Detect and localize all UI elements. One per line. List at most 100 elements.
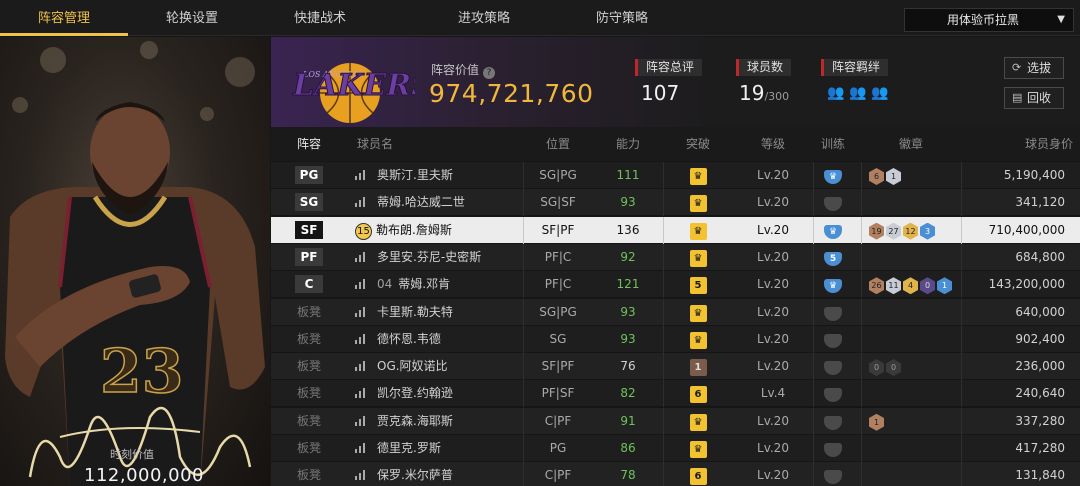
training-cell[interactable]: • xyxy=(813,353,853,380)
tab-rotation-settings[interactable]: 轮换设置 xyxy=(128,0,256,36)
bond-icon-blue[interactable]: 👥 xyxy=(871,85,888,101)
player-name-cell[interactable]: 04 蒂姆.邓肯 xyxy=(355,271,523,298)
badges-cell[interactable]: 1 xyxy=(869,408,965,435)
help-icon[interactable]: ? xyxy=(483,67,496,79)
badges-cell[interactable]: 00 xyxy=(869,353,965,380)
filter-dropdown[interactable]: 用体验币拉黑 ▼ xyxy=(904,8,1074,32)
player-name-cell[interactable]: 德里克.罗斯 xyxy=(355,435,523,462)
breakthrough-cell[interactable]: ♛ xyxy=(663,408,733,435)
table-row[interactable]: 板凳 卡里斯.勒夫特 SG|PG 93 ♛ Lv.20 • 640,000 xyxy=(271,298,1080,326)
player-name-cell[interactable]: 多里安.芬尼-史密斯 xyxy=(355,244,523,271)
training-cell[interactable]: • xyxy=(813,299,853,326)
player-name-cell[interactable]: 凯尔登.约翰逊 xyxy=(355,380,523,407)
tab-defense-strategy[interactable]: 防守策略 xyxy=(558,0,686,36)
badges-cell[interactable] xyxy=(869,380,965,407)
header-ability[interactable]: 能力 xyxy=(593,127,663,161)
player-name-cell[interactable]: 奥斯汀.里夫斯 xyxy=(355,162,523,189)
badges-cell[interactable] xyxy=(869,462,965,486)
header-player-name[interactable]: 球员名 xyxy=(355,127,395,161)
badges-cell[interactable]: 19 27 12 3 xyxy=(869,217,965,244)
training-cell[interactable]: ♛ xyxy=(813,162,853,189)
training-cell[interactable]: • xyxy=(813,326,853,353)
stats-bars-icon[interactable] xyxy=(355,354,367,372)
badge-hex-icon: 1 xyxy=(886,168,901,185)
player-name-cell[interactable]: 蒂姆.哈达威二世 xyxy=(355,189,523,216)
breakthrough-cell[interactable]: ♛ xyxy=(663,189,733,216)
badges-cell[interactable] xyxy=(869,435,965,462)
table-row[interactable]: 板凳 保罗.米尔萨普 C|PF 78 6 Lv.20 • 131,840 xyxy=(271,462,1080,486)
badges-cell[interactable]: 26 11 4 0 1 xyxy=(869,271,965,298)
stats-bars-icon[interactable] xyxy=(355,463,367,481)
badges-cell[interactable] xyxy=(869,326,965,353)
header-breakthrough[interactable]: 突破 xyxy=(663,127,733,161)
table-row[interactable]: 板凳 贾克森.海耶斯 C|PF 91 ♛ Lv.20 • 1 337,280 xyxy=(271,407,1080,435)
breakthrough-cell[interactable]: ♛ xyxy=(663,326,733,353)
featured-player-card[interactable]: 23 时刻价值 112,000,000 xyxy=(0,37,270,486)
badges-cell[interactable]: 61 xyxy=(869,162,965,189)
tab-offense-strategy[interactable]: 进攻策略 xyxy=(420,0,548,36)
breakthrough-cell[interactable]: ♛ xyxy=(663,299,733,326)
player-name: 多里安.芬尼-史密斯 xyxy=(377,249,482,264)
player-name-cell[interactable]: 德怀恩.韦德 xyxy=(355,326,523,353)
table-row[interactable]: 板凳 凯尔登.约翰逊 PF|SF 82 6 Lv.4 • 240,640 xyxy=(271,380,1080,408)
breakthrough-cell[interactable]: ♛ xyxy=(663,162,733,189)
training-cell[interactable]: 5 xyxy=(813,244,853,271)
team-rating: 107 xyxy=(641,81,680,105)
table-row[interactable]: SG 蒂姆.哈达威二世 SG|SF 93 ♛ Lv.20 • 341,120 xyxy=(271,189,1080,217)
header-player-value[interactable]: 球员身价 xyxy=(991,127,1073,161)
training-cell[interactable]: • xyxy=(813,462,853,486)
table-row[interactable]: C 04 蒂姆.邓肯 PF|C 121 5 Lv.20 ♛ 26 11 4 0 1 143,200,000 xyxy=(271,271,1080,299)
roster-table-header: 阵容 球员名 位置 能力 突破 等级 训练 徽章 球员身价 xyxy=(271,127,1080,161)
stats-bars-icon[interactable] xyxy=(355,327,367,344)
training-cell[interactable]: • xyxy=(813,380,853,407)
stats-bars-icon[interactable] xyxy=(355,436,367,453)
bond-icon-silver[interactable]: 👥 xyxy=(827,85,844,101)
training-cell[interactable]: ♛ xyxy=(813,271,853,298)
header-badges[interactable]: 徽章 xyxy=(891,127,931,161)
stats-bars-icon[interactable] xyxy=(355,300,367,317)
player-name-cell[interactable]: 15 勒布朗.詹姆斯 xyxy=(355,217,523,244)
stats-bars-icon[interactable] xyxy=(355,163,367,180)
badges-cell[interactable] xyxy=(869,189,965,216)
player-value: 337,280 xyxy=(1015,413,1065,428)
stats-bars-icon[interactable] xyxy=(355,190,367,208)
player-name-cell[interactable]: 卡里斯.勒夫特 xyxy=(355,299,523,326)
training-cell[interactable]: • xyxy=(813,408,853,435)
tab-quick-tactics[interactable]: 快捷战术 xyxy=(256,0,384,36)
header-lineup[interactable]: 阵容 xyxy=(271,127,347,161)
player-name-cell[interactable]: 保罗.米尔萨普 xyxy=(355,462,523,486)
player-name-cell[interactable]: OG.阿奴诺比 xyxy=(355,353,523,380)
breakthrough-cell[interactable]: 1 xyxy=(663,353,733,380)
breakthrough-cell[interactable]: ♛ xyxy=(663,435,733,462)
bond-icon-gold[interactable]: 👥 xyxy=(849,85,866,101)
breakthrough-cell[interactable]: ♛ xyxy=(663,217,733,244)
badges-cell[interactable] xyxy=(869,299,965,326)
table-row[interactable]: PG 奥斯汀.里夫斯 SG|PG 111 ♛ Lv.20 ♛ 6 1 5,190,400 xyxy=(271,162,1080,189)
stats-bars-icon[interactable] xyxy=(355,272,367,290)
draft-button[interactable]: ⟳ 选拔 xyxy=(1004,57,1064,79)
player-ability: 93 xyxy=(620,304,636,319)
header-level[interactable]: 等级 xyxy=(733,127,813,161)
recycle-button[interactable]: ▤ 回收 xyxy=(1004,87,1064,109)
table-row[interactable]: PF 多里安.芬尼-史密斯 PF|C 92 ♛ Lv.20 5 684,800 xyxy=(271,243,1080,271)
breakthrough-cell[interactable]: 5 xyxy=(663,271,733,298)
stats-bars-icon[interactable] xyxy=(355,245,367,262)
table-row[interactable]: 板凳 德怀恩.韦德 SG 93 ♛ Lv.20 • 902,400 xyxy=(271,325,1080,353)
stats-bars-icon[interactable] xyxy=(355,409,367,426)
table-row[interactable]: 板凳 德里克.罗斯 PG 86 ♛ Lv.20 • 417,280 xyxy=(271,435,1080,462)
table-row[interactable]: SF 15 勒布朗.詹姆斯 SF|PF 136 ♛ Lv.20 ♛ 19 27 12 3 710,400… xyxy=(271,216,1080,244)
breakthrough-cell[interactable]: 6 xyxy=(663,380,733,407)
header-position[interactable]: 位置 xyxy=(523,127,593,161)
tab-lineup-management[interactable]: 阵容管理 xyxy=(0,0,128,36)
header-training[interactable]: 训练 xyxy=(813,127,853,161)
breakthrough-cell[interactable]: 6 xyxy=(663,462,733,486)
stats-bars-icon[interactable] xyxy=(355,381,367,399)
player-value: 684,800 xyxy=(1015,249,1065,264)
player-name-cell[interactable]: 贾克森.海耶斯 xyxy=(355,408,523,435)
training-cell[interactable]: • xyxy=(813,189,853,216)
training-cell[interactable]: • xyxy=(813,435,853,462)
training-cell[interactable]: ♛ xyxy=(813,217,853,244)
breakthrough-cell[interactable]: ♛ xyxy=(663,244,733,271)
badges-cell[interactable] xyxy=(869,244,965,271)
table-row[interactable]: 板凳 OG.阿奴诺比 SF|PF 76 1 Lv.20 • 0 0 236,000 xyxy=(271,353,1080,381)
